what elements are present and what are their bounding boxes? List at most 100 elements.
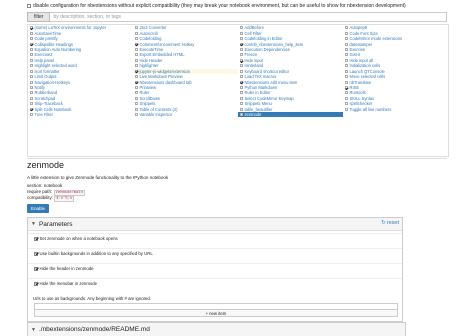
extension-checkbox[interactable] — [30, 47, 33, 51]
extension-checkbox[interactable] — [240, 47, 243, 51]
extension-checkbox[interactable] — [30, 102, 33, 106]
extension-checkbox[interactable] — [240, 31, 243, 35]
extension-checkbox[interactable] — [345, 53, 348, 57]
reset-button[interactable]: ↻ reset — [381, 220, 399, 226]
parameter-option[interactable]: Hide the header in zenmode — [34, 266, 94, 271]
extension-checkbox[interactable] — [240, 69, 243, 73]
extension-item[interactable]: Toggle all line numbers — [343, 107, 448, 112]
extension-checkbox[interactable] — [345, 102, 348, 106]
extension-checkbox[interactable] — [345, 31, 348, 35]
extension-checkbox[interactable] — [30, 53, 33, 57]
extension-checkbox[interactable] — [345, 64, 348, 68]
parameter-option[interactable]: Hide the menubar in zenmode — [34, 281, 97, 286]
parameter-checkbox[interactable] — [34, 266, 38, 271]
extension-checkbox[interactable] — [240, 96, 243, 100]
readme-heading: ./nbextensions/zenmode/README.md — [38, 326, 150, 333]
extension-checkbox[interactable] — [30, 37, 33, 41]
extension-checkbox[interactable] — [240, 42, 243, 46]
extension-checkbox[interactable] — [240, 113, 243, 117]
extension-checkbox[interactable] — [135, 102, 138, 106]
extension-checkbox[interactable] — [135, 113, 138, 117]
extension-checkbox[interactable] — [135, 42, 138, 46]
extension-checkbox[interactable] — [345, 42, 348, 46]
extension-item[interactable]: Tree Filter — [28, 112, 133, 117]
parameter-label: Hide the menubar in zenmode — [39, 281, 98, 286]
divider — [28, 278, 402, 279]
readme-header[interactable]: ▼ ./nbextensions/zenmode/README.md — [27, 322, 406, 336]
parameter-label: Set zenmode on when a notebook opens — [39, 236, 118, 241]
extension-checkbox[interactable] — [30, 80, 33, 84]
filter-button[interactable]: filter — [27, 12, 51, 22]
parameter-checkbox[interactable] — [34, 236, 38, 241]
extension-checkbox[interactable] — [240, 80, 243, 84]
extension-checkbox[interactable] — [135, 107, 138, 111]
extension-checkbox[interactable] — [135, 80, 138, 84]
extension-checkbox[interactable] — [345, 86, 348, 90]
extension-checkbox[interactable] — [240, 53, 243, 57]
extension-checkbox[interactable] — [30, 96, 33, 100]
extension-checkbox[interactable] — [30, 113, 33, 117]
extension-checkbox[interactable] — [240, 102, 243, 106]
extension-checkbox[interactable] — [30, 64, 33, 68]
chevron-down-icon: ▼ — [31, 326, 36, 333]
extension-checkbox[interactable] — [345, 69, 348, 73]
extension-checkbox[interactable] — [240, 91, 243, 95]
extension-checkbox[interactable] — [135, 91, 138, 95]
extension-item[interactable]: zenmode — [238, 112, 343, 118]
filter-input[interactable]: by description, section, or tags — [50, 12, 447, 22]
extension-checkbox[interactable] — [345, 26, 348, 30]
parameter-option[interactable]: Use builtin backgrounds in addition to a… — [34, 251, 153, 256]
extension-checkbox[interactable] — [135, 96, 138, 100]
extension-checkbox[interactable] — [135, 47, 138, 51]
parameter-label: Use builtin backgrounds in addition to a… — [39, 251, 153, 256]
extension-checkbox[interactable] — [30, 75, 33, 79]
extension-description: A little extension to give Zenmode funct… — [27, 175, 169, 180]
parameter-option[interactable]: Set zenmode on when a notebook opens — [34, 236, 118, 241]
reset-label: reset — [386, 220, 399, 226]
extension-checkbox[interactable] — [135, 58, 138, 62]
extension-checkbox[interactable] — [240, 107, 243, 111]
extension-checkbox[interactable] — [30, 86, 33, 90]
extension-checkbox[interactable] — [345, 58, 348, 62]
parameters-heading: Parameters — [38, 220, 73, 228]
extension-checkbox[interactable] — [135, 64, 138, 68]
parameter-checkbox[interactable] — [34, 251, 38, 256]
extension-checkbox[interactable] — [30, 42, 33, 46]
extension-label: Tree Filter — [34, 112, 54, 118]
extension-checkbox[interactable] — [135, 26, 138, 30]
extension-checkbox[interactable] — [240, 26, 243, 30]
extension-checkbox[interactable] — [135, 37, 138, 41]
extension-checkbox[interactable] — [240, 37, 243, 41]
extension-checkbox[interactable] — [240, 75, 243, 79]
extension-checkbox[interactable] — [345, 107, 348, 111]
extension-checkbox[interactable] — [30, 58, 33, 62]
extension-checkbox[interactable] — [135, 53, 138, 57]
extension-checkbox[interactable] — [345, 80, 348, 84]
disable-compat-label: disable configuration for nbextensions w… — [33, 3, 406, 9]
extension-checkbox[interactable] — [30, 31, 33, 35]
new-item-button[interactable]: + new item — [34, 309, 398, 317]
extension-label: Toggle all line numbers — [349, 106, 392, 112]
extension-checkbox[interactable] — [345, 47, 348, 51]
parameter-checkbox[interactable] — [34, 281, 38, 286]
extension-checkbox[interactable] — [240, 64, 243, 68]
extension-checkbox[interactable] — [135, 86, 138, 90]
extension-checkbox[interactable] — [240, 58, 243, 62]
extension-checkbox[interactable] — [345, 91, 348, 95]
extension-checkbox[interactable] — [30, 107, 33, 111]
extension-checkbox[interactable] — [135, 31, 138, 35]
extension-checkbox[interactable] — [30, 91, 33, 95]
extension-checkbox[interactable] — [30, 26, 33, 30]
extension-checkbox[interactable] — [345, 75, 348, 79]
parameters-header[interactable]: ▼ Parameters — [28, 218, 402, 231]
disable-compat-option[interactable]: disable configuration for nbextensions w… — [27, 3, 406, 9]
extension-checkbox[interactable] — [30, 69, 33, 73]
extension-checkbox[interactable] — [135, 75, 138, 79]
disable-compat-checkbox[interactable] — [27, 4, 31, 8]
extension-checkbox[interactable] — [345, 96, 348, 100]
extension-checkbox[interactable] — [345, 37, 348, 41]
extension-checkbox[interactable] — [240, 86, 243, 90]
enable-button[interactable]: Enable — [27, 204, 50, 213]
extension-checkbox[interactable] — [135, 69, 138, 73]
extension-item[interactable]: Variable Inspector — [133, 112, 238, 117]
